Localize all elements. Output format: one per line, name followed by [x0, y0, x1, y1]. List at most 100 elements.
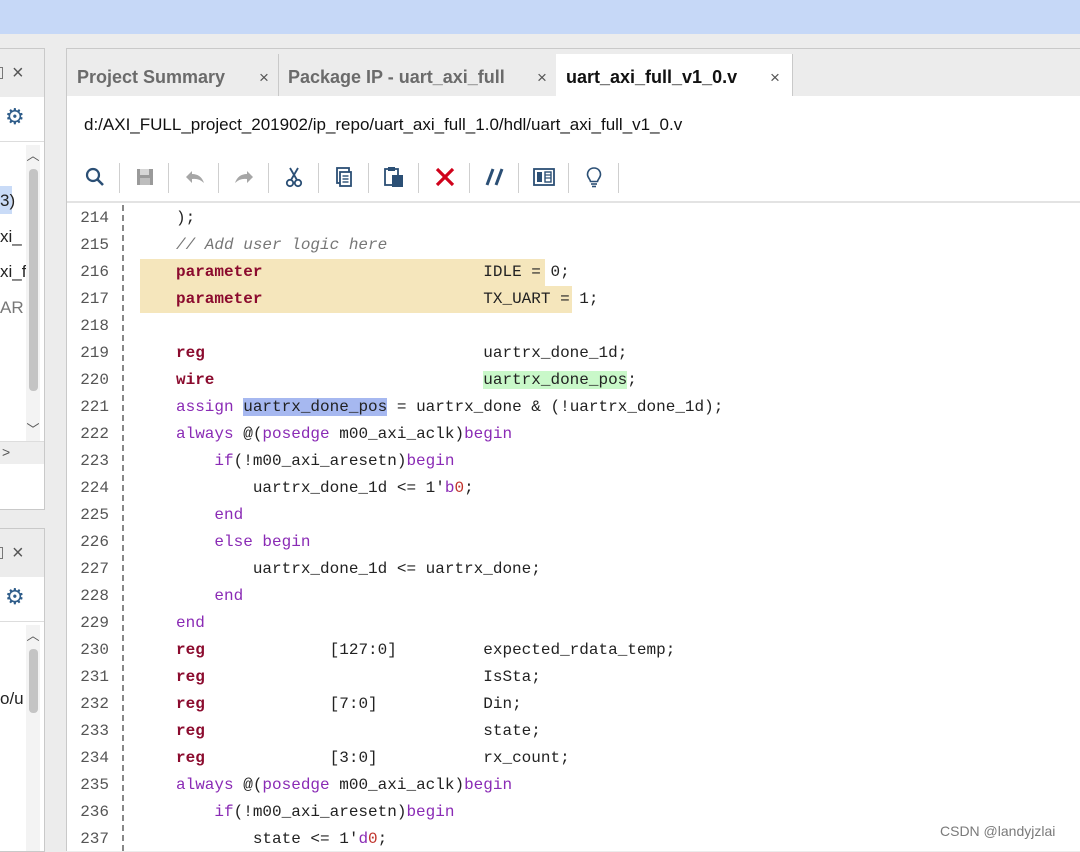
code-text[interactable]: uartrx_done_1d <= uartrx_done;	[176, 560, 541, 578]
line-number: 215	[80, 236, 109, 254]
toolbar-separator	[368, 163, 369, 193]
toolbar-separator	[418, 163, 419, 193]
close-icon[interactable]: ×	[259, 69, 269, 86]
tab-package-ip[interactable]: Package IP - uart_axi_full ×	[278, 54, 557, 96]
code-text[interactable]: if(!m00_axi_aresetn)begin	[176, 803, 454, 821]
code-text[interactable]: end	[176, 587, 243, 605]
line-number: 227	[80, 560, 109, 578]
code-line[interactable]: 235 always @(posedge m00_axi_aclk)begin	[67, 772, 1080, 799]
code-line[interactable]: 227 uartrx_done_1d <= uartrx_done;	[67, 556, 1080, 583]
code-line[interactable]: 232 reg [7:0] Din;	[67, 691, 1080, 718]
tree-item-text[interactable]: AR	[0, 298, 24, 318]
panel-header: ×	[0, 529, 44, 577]
code-line[interactable]: 217 parameter TX_UART = 1;	[67, 286, 1080, 313]
close-icon[interactable]: ×	[770, 69, 780, 86]
line-number: 234	[80, 749, 109, 767]
scrollbar-thumb[interactable]	[29, 649, 38, 713]
code-text[interactable]: if(!m00_axi_aresetn)begin	[176, 452, 454, 470]
code-text[interactable]: end	[176, 506, 243, 524]
code-text[interactable]: reg state;	[176, 722, 541, 740]
code-text[interactable]: reg [127:0] expected_rdata_temp;	[176, 641, 675, 659]
restore-icon[interactable]	[0, 547, 3, 559]
redo-icon[interactable]	[227, 161, 261, 193]
code-text[interactable]: wire uartrx_done_pos;	[176, 371, 637, 389]
gear-icon[interactable]: ⚙	[5, 585, 25, 609]
code-text[interactable]: reg [7:0] Din;	[176, 695, 522, 713]
code-text[interactable]: reg uartrx_done_1d;	[176, 344, 627, 362]
vertical-scrollbar[interactable]: ︿ ﹀	[26, 145, 40, 441]
toolbar-separator	[119, 163, 120, 193]
code-line[interactable]: 228 end	[67, 583, 1080, 610]
chevron-down-icon[interactable]: ﹀	[26, 423, 40, 437]
horizontal-scrollbar[interactable]: >	[0, 441, 44, 464]
code-line[interactable]: 237 state <= 1'd0;	[67, 826, 1080, 851]
cut-icon[interactable]	[277, 161, 311, 193]
editor-toolbar	[67, 157, 1080, 197]
chevron-up-icon[interactable]: ︿	[26, 629, 40, 643]
code-line[interactable]: 230 reg [127:0] expected_rdata_temp;	[67, 637, 1080, 664]
code-line[interactable]: 231 reg IsSta;	[67, 664, 1080, 691]
code-line[interactable]: 214);	[67, 205, 1080, 232]
tree-item-text[interactable]: o/u	[0, 689, 24, 709]
tree-item-text[interactable]: 3)	[0, 191, 15, 211]
code-text[interactable]: uartrx_done_1d <= 1'b0;	[176, 479, 474, 497]
code-line[interactable]: 221 assign uartrx_done_pos = uartrx_done …	[67, 394, 1080, 421]
tab-uart-axi-full-v1-0[interactable]: uart_axi_full_v1_0.v ×	[556, 54, 793, 96]
code-line[interactable]: 215 // Add user logic here	[67, 232, 1080, 259]
code-line[interactable]: 226 else begin	[67, 529, 1080, 556]
code-line[interactable]: 234 reg [3:0] rx_count;	[67, 745, 1080, 772]
line-number: 217	[80, 290, 109, 308]
search-icon[interactable]	[78, 161, 112, 193]
code-line[interactable]: 229 end	[67, 610, 1080, 637]
close-icon[interactable]: ×	[12, 543, 24, 563]
vertical-scrollbar[interactable]: ︿	[26, 625, 40, 851]
code-text[interactable]: always @(posedge m00_axi_aclk)begin	[176, 425, 512, 443]
code-text[interactable]: parameter TX_UART = 1;	[176, 290, 599, 308]
code-text[interactable]: reg IsSta;	[176, 668, 541, 686]
chevron-up-icon[interactable]: ︿	[26, 149, 40, 163]
line-number: 228	[80, 587, 109, 605]
columns-icon[interactable]	[527, 161, 561, 193]
code-text[interactable]: end	[176, 614, 205, 632]
delete-icon[interactable]	[428, 161, 462, 193]
scrollbar-thumb[interactable]	[29, 169, 38, 391]
code-line[interactable]: 219 reg uartrx_done_1d;	[67, 340, 1080, 367]
tab-project-summary[interactable]: Project Summary ×	[67, 54, 279, 96]
toolbar-separator	[218, 163, 219, 193]
paste-icon[interactable]	[377, 161, 411, 193]
code-line[interactable]: 224 uartrx_done_1d <= 1'b0;	[67, 475, 1080, 502]
line-number: 233	[80, 722, 109, 740]
lightbulb-icon[interactable]	[577, 161, 611, 193]
restore-icon[interactable]	[0, 67, 3, 79]
code-line[interactable]: 233 reg state;	[67, 718, 1080, 745]
chevron-right-icon[interactable]: >	[2, 444, 10, 460]
code-line[interactable]: 220 wire uartrx_done_pos;	[67, 367, 1080, 394]
tree-item-text[interactable]: xi_	[0, 227, 22, 247]
close-icon[interactable]: ×	[12, 63, 24, 83]
line-number: 222	[80, 425, 109, 443]
save-icon[interactable]	[128, 161, 162, 193]
code-line[interactable]: 218	[67, 313, 1080, 340]
code-line[interactable]: 222 always @(posedge m00_axi_aclk)begin	[67, 421, 1080, 448]
code-area[interactable]: 214); 215 // Add user logic here 216 paramet…	[67, 205, 1080, 851]
code-line[interactable]: 236 if(!m00_axi_aresetn)begin	[67, 799, 1080, 826]
code-line[interactable]: 223 if(!m00_axi_aresetn)begin	[67, 448, 1080, 475]
gear-icon[interactable]: ⚙	[5, 105, 25, 129]
tab-label: uart_axi_full_v1_0.v	[566, 67, 738, 87]
close-icon[interactable]: ×	[537, 69, 547, 86]
line-number: 224	[80, 479, 109, 497]
code-text[interactable]: );	[176, 209, 195, 227]
code-text[interactable]: // Add user logic here	[176, 236, 387, 254]
code-text[interactable]: assign uartrx_done_pos = uartrx_done & (…	[176, 398, 723, 416]
tree-item-text[interactable]: xi_f	[0, 262, 26, 282]
comment-icon[interactable]	[478, 161, 512, 193]
undo-icon[interactable]	[178, 161, 212, 193]
code-text[interactable]: else begin	[176, 533, 310, 551]
code-line[interactable]: 216 parameter IDLE = 0;	[67, 259, 1080, 286]
code-text[interactable]: parameter IDLE = 0;	[176, 263, 570, 281]
code-text[interactable]: state <= 1'd0;	[176, 830, 387, 848]
code-line[interactable]: 225 end	[67, 502, 1080, 529]
code-text[interactable]: always @(posedge m00_axi_aclk)begin	[176, 776, 512, 794]
copy-icon[interactable]	[327, 161, 361, 193]
code-text[interactable]: reg [3:0] rx_count;	[176, 749, 570, 767]
